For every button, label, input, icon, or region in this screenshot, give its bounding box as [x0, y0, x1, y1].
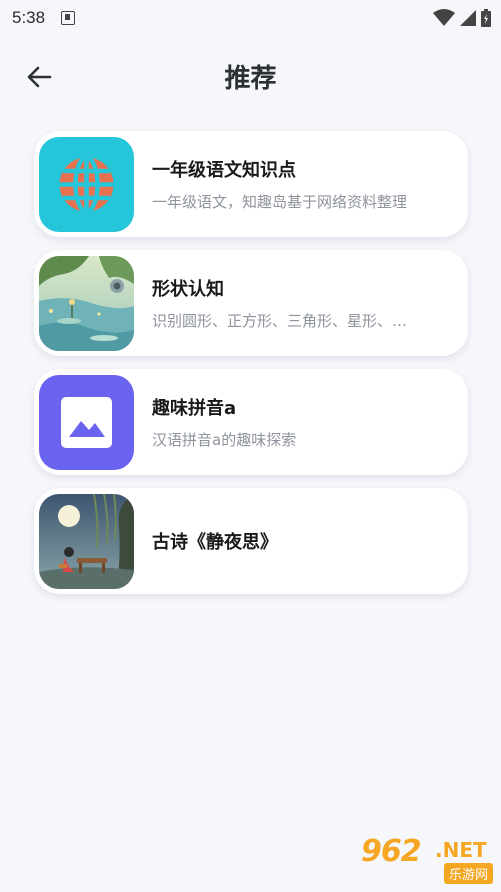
landscape-painting	[39, 255, 134, 351]
image-placeholder-icon	[61, 396, 112, 448]
item-thumbnail	[39, 374, 134, 470]
page-title: 推荐	[224, 64, 277, 94]
watermark-brand: 962	[361, 834, 422, 869]
watermark-logo: 962 .NET 乐游网	[361, 834, 493, 884]
item-thumbnail	[39, 493, 134, 589]
notification-icon	[61, 11, 76, 25]
item-thumbnail	[39, 136, 134, 232]
watermark-domain: .NET	[435, 838, 487, 862]
list-item[interactable]: 一年级语文知识点 一年级语文，知趣岛基于网络资料整理	[34, 131, 468, 237]
recommend-list: 一年级语文知识点 一年级语文，知趣岛基于网络资料整理 形状认知 识别圆形、正方形…	[34, 131, 468, 607]
item-subtitle: 识别圆形、正方形、三角形、星形、…	[152, 312, 408, 330]
status-icons	[433, 9, 491, 27]
status-time: 5:38	[12, 8, 46, 27]
item-subtitle: 一年级语文，知趣岛基于网络资料整理	[152, 193, 408, 211]
watermark-label: 乐游网	[443, 863, 493, 884]
item-thumbnail	[39, 255, 134, 351]
item-title: 形状认知	[152, 279, 224, 300]
list-item[interactable]: 形状认知 识别圆形、正方形、三角形、星形、…	[34, 250, 468, 356]
item-title: 趣味拼音a	[152, 398, 237, 419]
wifi-icon	[433, 9, 455, 26]
signal-icon	[460, 10, 476, 26]
app-header: 推荐	[0, 54, 501, 98]
globe-icon	[59, 154, 114, 214]
moonlit-scene-painting	[39, 493, 134, 589]
battery-icon	[481, 9, 491, 27]
status-bar: 5:38	[0, 0, 501, 36]
item-subtitle: 汉语拼音a的趣味探索	[152, 431, 297, 449]
item-title: 古诗《静夜思》	[152, 532, 278, 553]
list-item[interactable]: 古诗《静夜思》	[34, 488, 468, 594]
item-title: 一年级语文知识点	[152, 160, 296, 181]
list-item[interactable]: 趣味拼音a 汉语拼音a的趣味探索	[34, 369, 468, 475]
